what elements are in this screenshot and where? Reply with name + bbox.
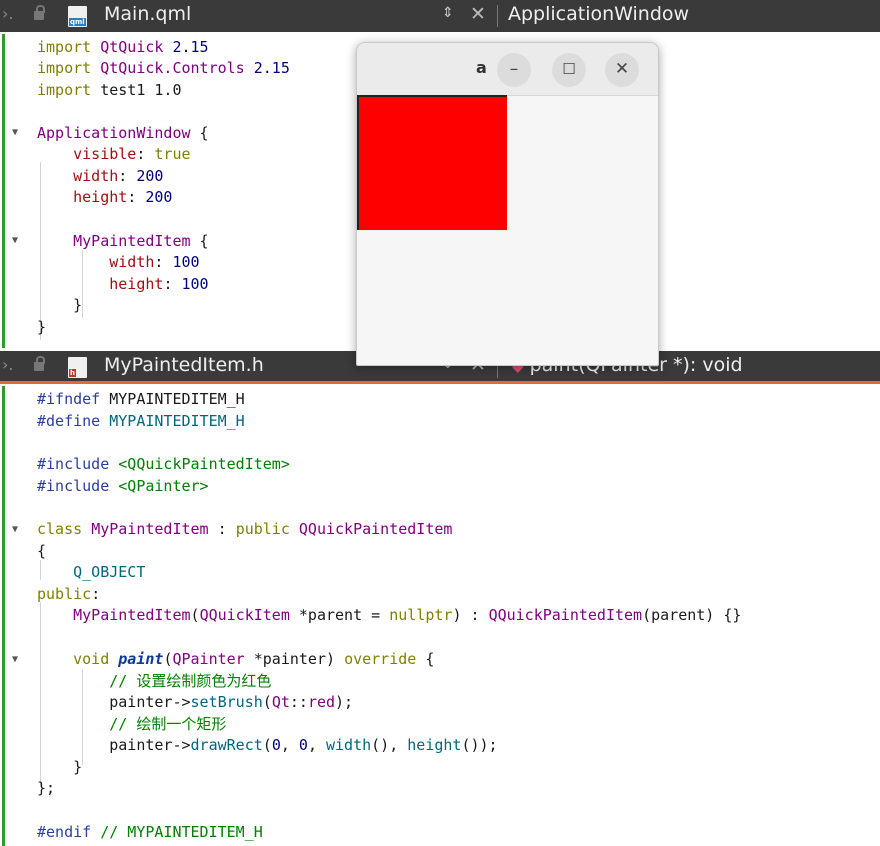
code-line: #ifndef MYPAINTEDITEM_H <box>37 390 245 408</box>
code-line: MyPaintedItem(QQuickItem *parent = nullp… <box>73 606 742 624</box>
header-file-icon: h <box>68 357 87 378</box>
cpp-editor[interactable]: ▼ ▼ #ifndef MYPAINTEDITEM_H #define MYPA… <box>0 384 880 846</box>
code-line: // 绘制一个矩形 <box>109 715 227 733</box>
file-name-dropdown[interactable]: MyPaintedItem.h <box>104 354 264 376</box>
code-line: import test1 1.0 <box>37 81 182 99</box>
application-window[interactable]: a – ☐ ✕ <box>356 42 659 366</box>
code-line: void paint(QPainter *painter) override { <box>73 650 435 668</box>
fold-arrow-icon[interactable]: ▼ <box>12 127 18 138</box>
lock-icon[interactable] <box>34 356 45 371</box>
window-title: a <box>476 58 487 77</box>
code-line: painter->drawRect(0, 0, width(), height(… <box>37 736 498 754</box>
code-line: #endif // MYPAINTEDITEM_H <box>37 823 263 841</box>
window-titlebar[interactable]: a – ☐ ✕ <box>357 43 658 96</box>
code-line: public: <box>37 585 101 603</box>
symbol-dropdown[interactable]: ApplicationWindow <box>508 3 689 25</box>
code-line: } <box>37 296 83 314</box>
navigate-icon[interactable]: ›. <box>2 355 13 374</box>
qml-file-icon: qml <box>68 6 87 27</box>
painted-item-red-rect <box>357 95 507 230</box>
code-line: #include <QPainter> <box>37 477 209 495</box>
code-line: painter->setBrush(Qt::red); <box>37 693 354 711</box>
minimize-button[interactable]: – <box>497 53 531 87</box>
code-line: import QtQuick.Controls 2.15 <box>37 59 290 77</box>
fold-arrow-icon[interactable]: ▼ <box>12 654 18 665</box>
code-line: MyPaintedItem { <box>73 232 209 250</box>
code-line: } <box>37 758 83 776</box>
code-line: class MyPaintedItem : public QQuickPaint… <box>37 520 453 538</box>
code-line: // 设置绘制颜色为红色 <box>109 672 272 690</box>
top-editor-tabbar: ›. qml Main.qml ⇕ ✕ ApplicationWindow <box>0 0 880 32</box>
gutter-change-marker <box>2 386 5 846</box>
navigate-icon[interactable]: ›. <box>2 4 13 23</box>
maximize-button[interactable]: ☐ <box>552 53 586 87</box>
code-line: Q_OBJECT <box>73 563 146 581</box>
close-button[interactable]: ✕ <box>605 53 639 87</box>
separator <box>497 5 498 27</box>
code-line: import QtQuick 2.15 <box>37 38 209 56</box>
code-line: ApplicationWindow { <box>37 124 209 142</box>
close-file-icon[interactable]: ✕ <box>470 3 486 25</box>
code-line: height: 100 <box>109 275 209 293</box>
code-line: width: 100 <box>109 253 200 271</box>
code-line: #include <QQuickPaintedItem> <box>37 455 290 473</box>
code-line: { <box>37 542 47 560</box>
lock-icon[interactable] <box>34 5 45 20</box>
code-line: height: 200 <box>73 188 173 206</box>
code-line: #define MYPAINTEDITEM_H <box>37 412 245 430</box>
gutter-change-marker <box>2 34 5 348</box>
code-line: }; <box>37 779 56 797</box>
code-line: } <box>37 318 47 336</box>
file-switch-icon[interactable]: ⇕ <box>442 5 454 21</box>
code-line: visible: true <box>73 145 191 163</box>
code-line: width: 200 <box>73 167 164 185</box>
fold-arrow-icon[interactable]: ▼ <box>12 235 18 246</box>
fold-arrow-icon[interactable]: ▼ <box>12 524 18 535</box>
file-name-dropdown[interactable]: Main.qml <box>104 3 191 25</box>
